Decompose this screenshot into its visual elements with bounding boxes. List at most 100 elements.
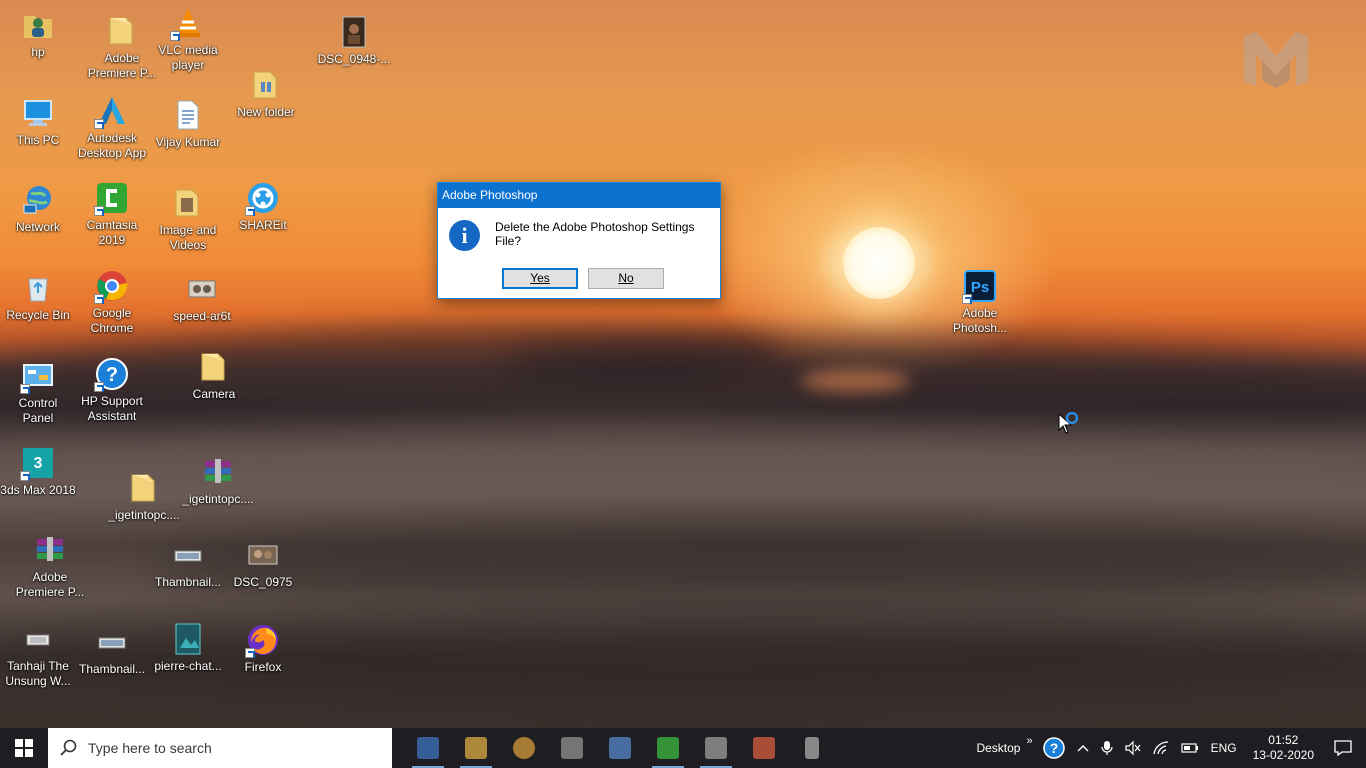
sun-reflection bbox=[800, 370, 910, 392]
app-icon bbox=[561, 737, 583, 759]
desktop-icon-hp-support[interactable]: ? HP Support Assistant bbox=[74, 357, 150, 424]
chevron-up-icon[interactable] bbox=[1071, 728, 1095, 768]
volume-muted-icon[interactable] bbox=[1119, 728, 1147, 768]
desktop-icon-camtasia[interactable]: Camtasia 2019 bbox=[74, 181, 150, 248]
desktop-icon-camera[interactable]: Camera bbox=[176, 350, 252, 402]
desktop-icon-adobe-premiere-archive[interactable]: Adobe Premiere P... bbox=[12, 533, 88, 600]
toolbar-more-button[interactable]: » bbox=[1026, 728, 1036, 768]
folder-icon bbox=[197, 350, 231, 384]
app-icon bbox=[705, 737, 727, 759]
folder-icon bbox=[105, 14, 139, 48]
image-icon bbox=[171, 622, 205, 656]
computer-icon bbox=[21, 96, 55, 130]
taskbar-app-9[interactable] bbox=[788, 728, 836, 768]
photo-icon bbox=[337, 15, 371, 49]
camtasia-icon bbox=[94, 181, 129, 216]
help-tray-icon[interactable]: ? bbox=[1037, 728, 1071, 768]
taskbar-app-4[interactable] bbox=[548, 728, 596, 768]
info-icon: i bbox=[449, 220, 480, 251]
photoshop-icon: Ps bbox=[962, 269, 997, 304]
shareit-icon bbox=[245, 181, 280, 216]
taskbar-app-camtasia[interactable] bbox=[644, 728, 692, 768]
battery-icon[interactable] bbox=[1175, 728, 1205, 768]
dialog-title: Adobe Photoshop bbox=[438, 183, 720, 208]
desktop-icon-dsc-0948[interactable]: DSC_0948-... bbox=[316, 15, 392, 67]
taskbar-app-7[interactable] bbox=[692, 728, 740, 768]
image-icon bbox=[171, 538, 205, 572]
media-icon bbox=[185, 272, 219, 306]
start-button[interactable] bbox=[0, 728, 48, 768]
no-button-label: No bbox=[618, 271, 634, 285]
desktop-icon-dsc-0975[interactable]: DSC_0975 bbox=[225, 538, 301, 590]
system-tray: Desktop » ? ENG 01:52 13-02-2020 bbox=[970, 728, 1366, 768]
photo-icon bbox=[246, 538, 280, 572]
desktop-icon-image-and-videos[interactable]: Image and Videos bbox=[150, 186, 226, 253]
microphone-icon[interactable] bbox=[1095, 728, 1119, 768]
no-button[interactable]: No bbox=[588, 268, 664, 289]
chrome-icon bbox=[513, 737, 535, 759]
image-icon bbox=[95, 625, 129, 659]
desktop-icon-adobe-photoshop[interactable]: Ps Adobe Photosh... bbox=[942, 269, 1018, 336]
taskbar-app-1[interactable] bbox=[404, 728, 452, 768]
desktop-icon-control-panel[interactable]: Control Panel bbox=[0, 359, 76, 426]
desktop-icon-recycle-bin[interactable]: Recycle Bin bbox=[0, 271, 76, 323]
desktop-icon-new-folder[interactable]: New folder bbox=[228, 68, 304, 120]
notification-center-icon[interactable] bbox=[1324, 728, 1366, 768]
taskbar-app-chrome[interactable] bbox=[500, 728, 548, 768]
recycle-bin-icon bbox=[21, 271, 55, 305]
sun bbox=[843, 227, 915, 299]
app-icon bbox=[417, 737, 439, 759]
desktop-icon-thambnail-1[interactable]: Thambnail... bbox=[150, 538, 226, 590]
taskbar: Type here to search Desktop » ? ENG 01:5… bbox=[0, 728, 1366, 768]
language-indicator[interactable]: ENG bbox=[1205, 728, 1243, 768]
yes-button[interactable]: Yes bbox=[502, 268, 578, 289]
clock[interactable]: 01:52 13-02-2020 bbox=[1243, 733, 1324, 763]
desktop-icon-network[interactable]: Network bbox=[0, 183, 76, 235]
vlc-icon bbox=[170, 6, 205, 41]
desktop-icon-igetintopc-archive[interactable]: _igetintopc.... bbox=[180, 455, 256, 507]
taskbar-search-box[interactable]: Type here to search bbox=[48, 728, 392, 768]
taskbar-app-8[interactable] bbox=[740, 728, 788, 768]
app-icon bbox=[805, 737, 819, 759]
busy-cursor-icon bbox=[1058, 412, 1079, 434]
camtasia-icon bbox=[657, 737, 679, 759]
desktop-icon-chrome[interactable]: Google Chrome bbox=[74, 269, 150, 336]
svg-text:3: 3 bbox=[34, 455, 43, 472]
desktop-icon-tanhaji[interactable]: Tanhaji The Unsung W... bbox=[0, 622, 76, 689]
desktop-icon-shareit[interactable]: SHAREit bbox=[225, 181, 301, 233]
delete-settings-dialog[interactable]: Adobe Photoshop i Delete the Adobe Photo… bbox=[437, 182, 721, 299]
archive-icon bbox=[33, 533, 67, 567]
search-placeholder: Type here to search bbox=[88, 740, 212, 756]
wifi-icon[interactable] bbox=[1147, 728, 1175, 768]
taskbar-app-file-explorer[interactable] bbox=[452, 728, 500, 768]
desktop-icon-vlc[interactable]: VLC media player bbox=[150, 6, 226, 73]
folder-icon bbox=[249, 68, 283, 102]
desktop-icon-firefox[interactable]: Firefox bbox=[225, 623, 301, 675]
wave-shape bbox=[498, 322, 1366, 438]
wave-shape bbox=[150, 520, 1366, 610]
desktop-icon-speed-ar6t[interactable]: speed-ar6t bbox=[164, 272, 240, 324]
help-icon: ? bbox=[94, 357, 129, 392]
autodesk-icon bbox=[94, 94, 129, 129]
app-icon bbox=[609, 737, 631, 759]
svg-text:?: ? bbox=[1049, 740, 1058, 756]
clock-date: 13-02-2020 bbox=[1252, 748, 1314, 762]
desktop-icon-adobe-premiere-folder[interactable]: Adobe Premiere P... bbox=[84, 14, 160, 81]
taskbar-app-5[interactable] bbox=[596, 728, 644, 768]
windows-logo-icon bbox=[15, 739, 33, 757]
network-icon bbox=[21, 183, 55, 217]
svg-text:?: ? bbox=[106, 364, 118, 386]
file-explorer-icon bbox=[465, 737, 487, 759]
desktop-icon-3ds-max[interactable]: 3 3ds Max 2018 bbox=[0, 446, 76, 498]
yes-button-label: Yes bbox=[530, 271, 550, 285]
desktop-icon-hp[interactable]: hp bbox=[0, 8, 76, 60]
desktop-icon-igetintopc-folder[interactable]: _igetintopc.... bbox=[106, 471, 182, 523]
desktop-toolbar-label[interactable]: Desktop bbox=[970, 728, 1026, 768]
desktop-icon-vijay-kumar[interactable]: Vijay Kumar bbox=[150, 98, 226, 150]
folder-icon bbox=[127, 471, 161, 505]
desktop-icon-autodesk[interactable]: Autodesk Desktop App bbox=[74, 94, 150, 161]
desktop-icon-pierre-chat[interactable]: pierre-chat... bbox=[150, 622, 226, 674]
app-icon bbox=[753, 737, 775, 759]
desktop-icon-this-pc[interactable]: This PC bbox=[0, 96, 76, 148]
desktop-icon-thambnail-2[interactable]: Thambnail... bbox=[74, 625, 150, 677]
